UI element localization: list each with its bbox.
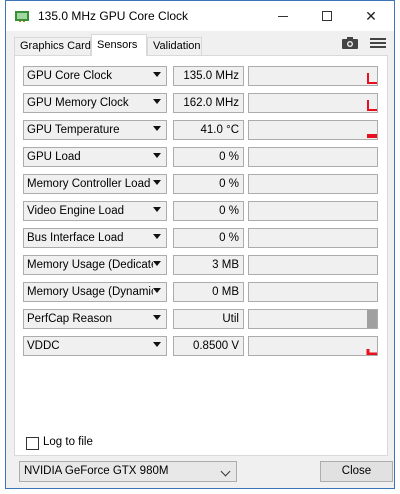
sensor-name: PerfCap Reason — [27, 313, 113, 325]
sensor-row: PerfCap Reason Util — [23, 309, 383, 331]
sensor-value: 135.0 MHz — [173, 66, 244, 86]
dropdown-arrow-icon — [153, 126, 161, 131]
sensor-graph — [248, 309, 378, 329]
dropdown-arrow-icon — [153, 234, 161, 239]
sensor-value: 0 % — [173, 228, 244, 248]
sensor-graph — [248, 255, 378, 275]
maximize-button[interactable] — [305, 1, 349, 31]
sensor-name: GPU Temperature — [27, 124, 120, 136]
sensor-graph — [248, 93, 378, 113]
maximize-icon — [322, 11, 332, 21]
sensor-graph — [248, 336, 378, 356]
hamburger-menu-icon — [370, 38, 386, 40]
sensor-name-dropdown[interactable]: Video Engine Load — [23, 201, 167, 221]
window-title: 135.0 MHz GPU Core Clock — [38, 9, 189, 23]
sensor-row: GPU Memory Clock 162.0 MHz — [23, 93, 383, 115]
sensor-name-dropdown[interactable]: GPU Memory Clock — [23, 93, 167, 113]
sensor-name: Memory Controller Load — [27, 178, 151, 190]
title-bar[interactable]: 135.0 MHz GPU Core Clock ✕ — [6, 1, 394, 31]
sensor-name-dropdown[interactable]: Memory Usage (Dynamic) — [23, 282, 167, 302]
app-icon — [15, 11, 29, 22]
sensor-row: Bus Interface Load 0 % — [23, 228, 383, 250]
sensor-row: Memory Usage (Dynamic) 0 MB — [23, 282, 383, 304]
dropdown-arrow-icon — [153, 342, 161, 347]
tab-sensors[interactable]: Sensors — [91, 34, 147, 56]
sensor-name: Memory Usage (Dynamic) — [27, 286, 153, 298]
graph-line — [366, 349, 377, 355]
sensor-row: GPU Temperature 41.0 °C — [23, 120, 383, 142]
sensor-name-dropdown[interactable]: VDDC — [23, 336, 167, 356]
sensor-name: Memory Usage (Dedicated) — [27, 259, 153, 271]
dropdown-arrow-icon — [153, 153, 161, 158]
close-window-button[interactable]: ✕ — [349, 1, 393, 31]
screenshot-button[interactable] — [340, 35, 360, 51]
sensor-graph — [248, 147, 378, 167]
dropdown-arrow-icon — [153, 180, 161, 185]
sensor-row: Memory Usage (Dedicated) 3 MB — [23, 255, 383, 277]
sensor-name-dropdown[interactable]: Bus Interface Load — [23, 228, 167, 248]
menu-button[interactable] — [370, 35, 386, 51]
sensor-graph — [248, 120, 378, 140]
graph-line — [367, 100, 377, 111]
dropdown-arrow-icon — [153, 315, 161, 320]
sensor-name: Bus Interface Load — [27, 232, 124, 244]
sensor-row: Video Engine Load 0 % — [23, 201, 383, 223]
sensor-row: GPU Core Clock 135.0 MHz — [23, 66, 383, 88]
sensor-row: GPU Load 0 % — [23, 147, 383, 169]
gpuz-window: 135.0 MHz GPU Core Clock ✕ Graphics Card… — [5, 0, 395, 489]
sensor-name-dropdown[interactable]: PerfCap Reason — [23, 309, 167, 329]
log-to-file-label[interactable]: Log to file — [43, 436, 93, 448]
sensor-value: 0 % — [173, 174, 244, 194]
sensor-name-dropdown[interactable]: Memory Controller Load — [23, 174, 167, 194]
camera-icon — [342, 37, 358, 49]
sensor-name: GPU Load — [27, 151, 81, 163]
sensor-value: 41.0 °C — [173, 120, 244, 140]
dropdown-arrow-icon — [153, 99, 161, 104]
sensor-name: Video Engine Load — [27, 205, 124, 217]
sensor-value: 0 % — [173, 201, 244, 221]
sensor-value: 0 MB — [173, 282, 244, 302]
sensor-value: 3 MB — [173, 255, 244, 275]
sensor-graph — [248, 228, 378, 248]
sensor-row: VDDC 0.8500 V — [23, 336, 383, 358]
gpu-device-value: NVIDIA GeForce GTX 980M — [24, 465, 169, 477]
sensor-value: Util — [173, 309, 244, 329]
sensor-name-dropdown[interactable]: Memory Usage (Dedicated) — [23, 255, 167, 275]
sensor-value: 0 % — [173, 147, 244, 167]
sensor-row: Memory Controller Load 0 % — [23, 174, 383, 196]
sensor-value: 162.0 MHz — [173, 93, 244, 113]
sensor-name-dropdown[interactable]: GPU Temperature — [23, 120, 167, 140]
tab-graphics-card[interactable]: Graphics Card — [14, 37, 91, 55]
close-icon: ✕ — [365, 7, 377, 24]
sensor-name: GPU Memory Clock — [27, 97, 129, 109]
sensor-name: VDDC — [27, 340, 60, 352]
sensor-name-dropdown[interactable]: GPU Core Clock — [23, 66, 167, 86]
chevron-down-icon — [220, 466, 231, 477]
sensors-panel: GPU Core Clock 135.0 MHz GPU Memory Clock 1… — [14, 55, 388, 456]
tab-strip: Graphics Card Sensors Validation — [6, 31, 394, 56]
graph-line — [367, 73, 377, 84]
dropdown-arrow-icon — [153, 72, 161, 77]
log-to-file-checkbox[interactable] — [26, 437, 39, 450]
graph-bar — [367, 134, 377, 138]
minimize-icon — [278, 15, 288, 17]
sensor-graph — [248, 282, 378, 302]
sensor-graph — [248, 201, 378, 221]
sensor-name: GPU Core Clock — [27, 70, 112, 82]
sensor-name-dropdown[interactable]: GPU Load — [23, 147, 167, 167]
dropdown-arrow-icon — [153, 261, 161, 266]
gpu-device-select[interactable]: NVIDIA GeForce GTX 980M — [19, 461, 237, 482]
graph-bar — [367, 310, 377, 328]
dropdown-arrow-icon — [153, 207, 161, 212]
sensor-graph — [248, 66, 378, 86]
sensor-graph — [248, 174, 378, 194]
close-button[interactable]: Close — [320, 461, 393, 482]
minimize-button[interactable] — [261, 1, 305, 31]
tab-validation[interactable]: Validation — [147, 37, 202, 55]
dropdown-arrow-icon — [153, 288, 161, 293]
sensor-value: 0.8500 V — [173, 336, 244, 356]
